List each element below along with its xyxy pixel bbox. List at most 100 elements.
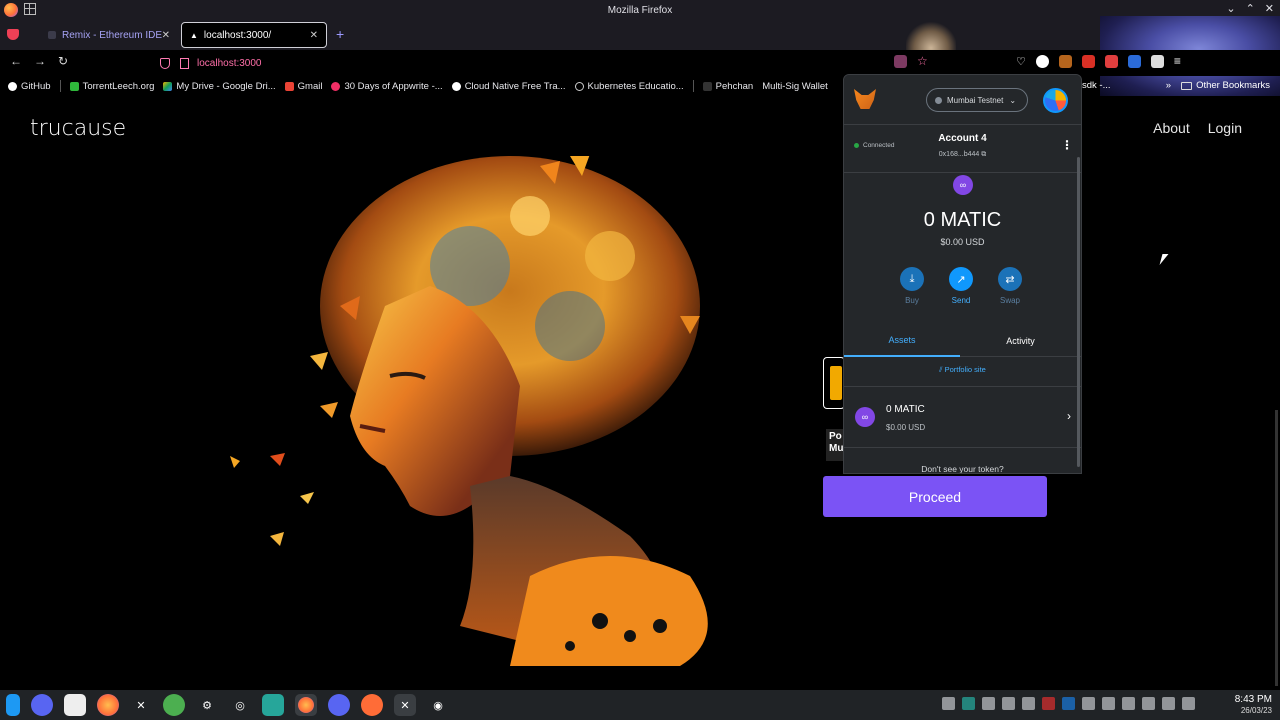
matic-token-icon: ∞	[855, 407, 875, 427]
bookmark-label: sdk -...	[1082, 80, 1111, 91]
desktop-icon[interactable]	[942, 697, 955, 710]
wallet-option-icon	[830, 366, 842, 400]
app-grid-icon[interactable]	[24, 3, 36, 15]
other-bookmarks[interactable]: » Other Bookmarks	[1166, 80, 1270, 91]
extension-red-icon[interactable]	[1081, 54, 1095, 68]
app-launcher-icon[interactable]	[6, 694, 20, 716]
forward-icon[interactable]: →	[34, 54, 46, 68]
proceed-button[interactable]: Proceed	[823, 476, 1047, 517]
extensions-puzzle-icon[interactable]	[1150, 54, 1164, 68]
disk-icon[interactable]: ◎	[229, 694, 251, 716]
clock-time: 8:43 PM	[1234, 694, 1272, 705]
wifi-icon[interactable]	[1162, 697, 1175, 710]
bookmark-kubernetes[interactable]: Kubernetes Educatio...	[574, 81, 684, 92]
new-tab-icon[interactable]: +	[336, 26, 344, 42]
url-text[interactable]: localhost:3000	[197, 58, 262, 69]
discord-tray-icon[interactable]	[1002, 697, 1015, 710]
postman-icon[interactable]	[361, 694, 383, 716]
copy-icon[interactable]: ⧉	[981, 151, 986, 158]
buy-button[interactable]: ⤓ Buy	[899, 267, 925, 305]
send-button[interactable]: ↗ Send	[948, 267, 974, 305]
vscode-icon[interactable]: ✕	[130, 694, 152, 716]
chevron-right-icon: ›	[1067, 409, 1071, 423]
tab-activity[interactable]: Activity	[960, 325, 1081, 357]
account-address[interactable]: 0x168...b444 ⧉	[844, 151, 1081, 159]
firefox-active-icon[interactable]	[295, 694, 317, 716]
swap-button[interactable]: ⇄ Swap	[997, 267, 1023, 305]
account-avatar[interactable]	[1043, 88, 1068, 113]
translate-icon[interactable]	[894, 54, 907, 68]
nav-about[interactable]: About	[1153, 120, 1190, 136]
extension-grid-icon[interactable]	[1104, 54, 1118, 68]
bookmark-appwrite[interactable]: 30 Days of Appwrite -...	[331, 81, 443, 92]
close-window-icon[interactable]: ✕	[1265, 2, 1274, 15]
menu-icon[interactable]: ≡	[1174, 54, 1181, 68]
minimize-icon[interactable]: ⌄	[1226, 2, 1235, 15]
chevrons-icon[interactable]: »	[1166, 80, 1171, 91]
notifications-icon[interactable]	[982, 697, 995, 710]
tab-remix[interactable]: Remix - Ethereum IDE ✕	[40, 22, 178, 48]
portfolio-link[interactable]: ⫽ Portfolio site	[844, 365, 1081, 375]
microphone-icon[interactable]	[1142, 697, 1155, 710]
tray-red-icon[interactable]	[1042, 697, 1055, 710]
firefox-icon	[4, 3, 18, 17]
bluetooth-icon[interactable]	[1122, 697, 1135, 710]
page-scrollbar[interactable]	[1275, 410, 1278, 686]
maximize-icon[interactable]: ⌃	[1246, 2, 1255, 15]
pocket-save-icon[interactable]: ♡	[1016, 55, 1026, 68]
wallet-actions: ⤓ Buy ↗ Send ⇄ Swap	[899, 267, 1023, 305]
extension-v-icon[interactable]	[1035, 54, 1049, 68]
pocket-icon[interactable]	[7, 29, 19, 40]
tracking-protection-icon[interactable]	[160, 57, 170, 69]
bitwarden-icon[interactable]	[1127, 54, 1141, 68]
bookmark-sdk[interactable]: sdk -...	[1082, 80, 1111, 91]
asset-row-matic[interactable]: ∞ 0 MATIC $0.00 USD ›	[844, 386, 1081, 448]
close-tab-icon[interactable]: ✕	[310, 30, 318, 41]
settings-icon[interactable]: ⚙	[196, 694, 218, 716]
network-selector[interactable]: Mumbai Testnet ⌄	[926, 88, 1028, 112]
close-tab-icon[interactable]: ✕	[162, 30, 170, 41]
clock[interactable]: 8:43 PM 26/03/23	[1235, 694, 1272, 716]
torrent-icon[interactable]	[163, 694, 185, 716]
navigation-bar: ← → ↻ localhost:3000 ☆ ♡ ≡	[0, 50, 1280, 76]
metamask-extension-icon[interactable]	[1058, 54, 1072, 68]
volume-icon[interactable]	[1102, 697, 1115, 710]
tray-expand-icon[interactable]	[1182, 697, 1195, 710]
files-icon[interactable]	[262, 694, 284, 716]
discord-2-icon[interactable]	[328, 694, 350, 716]
tray-blue-icon[interactable]	[1062, 697, 1075, 710]
send-label: Send	[951, 296, 971, 305]
discord-icon[interactable]	[31, 694, 53, 716]
back-icon[interactable]: ←	[10, 54, 22, 68]
obs-icon[interactable]: ◉	[427, 694, 449, 716]
bookmark-torrentleech[interactable]: TorrentLeech.org	[69, 81, 154, 92]
wallet-option-card[interactable]	[823, 357, 845, 409]
nav-login[interactable]: Login	[1208, 120, 1242, 136]
account-options-icon[interactable]: ⋮	[1061, 138, 1073, 152]
bookmark-pehchan[interactable]: Pehchan	[702, 81, 753, 92]
tab-localhost[interactable]: ▲ localhost:3000/ ✕	[181, 22, 327, 48]
bookmark-gmail[interactable]: Gmail	[284, 81, 322, 92]
reload-icon[interactable]: ↻	[58, 54, 68, 68]
site-brand[interactable]: trucause	[30, 116, 126, 141]
metamask-header: Mumbai Testnet ⌄	[844, 75, 1081, 125]
mouse-cursor	[1159, 254, 1169, 265]
store-icon[interactable]	[64, 694, 86, 716]
bookmark-multisig[interactable]: Multi-Sig Wallet	[762, 81, 828, 92]
media-icon[interactable]	[1022, 697, 1035, 710]
tray-app-icon[interactable]	[962, 697, 975, 710]
vscode-active-icon[interactable]: ✕	[394, 694, 416, 716]
bookmark-github[interactable]: GitHub	[8, 81, 51, 92]
url-bar[interactable]: localhost:3000	[150, 52, 900, 74]
account-name[interactable]: Account 4	[844, 133, 1081, 144]
cloud-native-icon	[451, 81, 461, 91]
bookmark-cloud-native[interactable]: Cloud Native Free Tra...	[451, 81, 566, 92]
tab-assets[interactable]: Assets	[844, 325, 960, 357]
send-arrow-icon: ↗	[949, 267, 973, 291]
bookmark-google-drive[interactable]: My Drive - Google Dri...	[163, 81, 276, 92]
clipboard-icon[interactable]	[1082, 697, 1095, 710]
bookmark-star-icon[interactable]: ☆	[917, 54, 928, 68]
page-info-icon[interactable]	[180, 57, 189, 69]
metamask-scrollbar[interactable]	[1077, 157, 1080, 467]
firefox-taskbar-icon[interactable]	[97, 694, 119, 716]
